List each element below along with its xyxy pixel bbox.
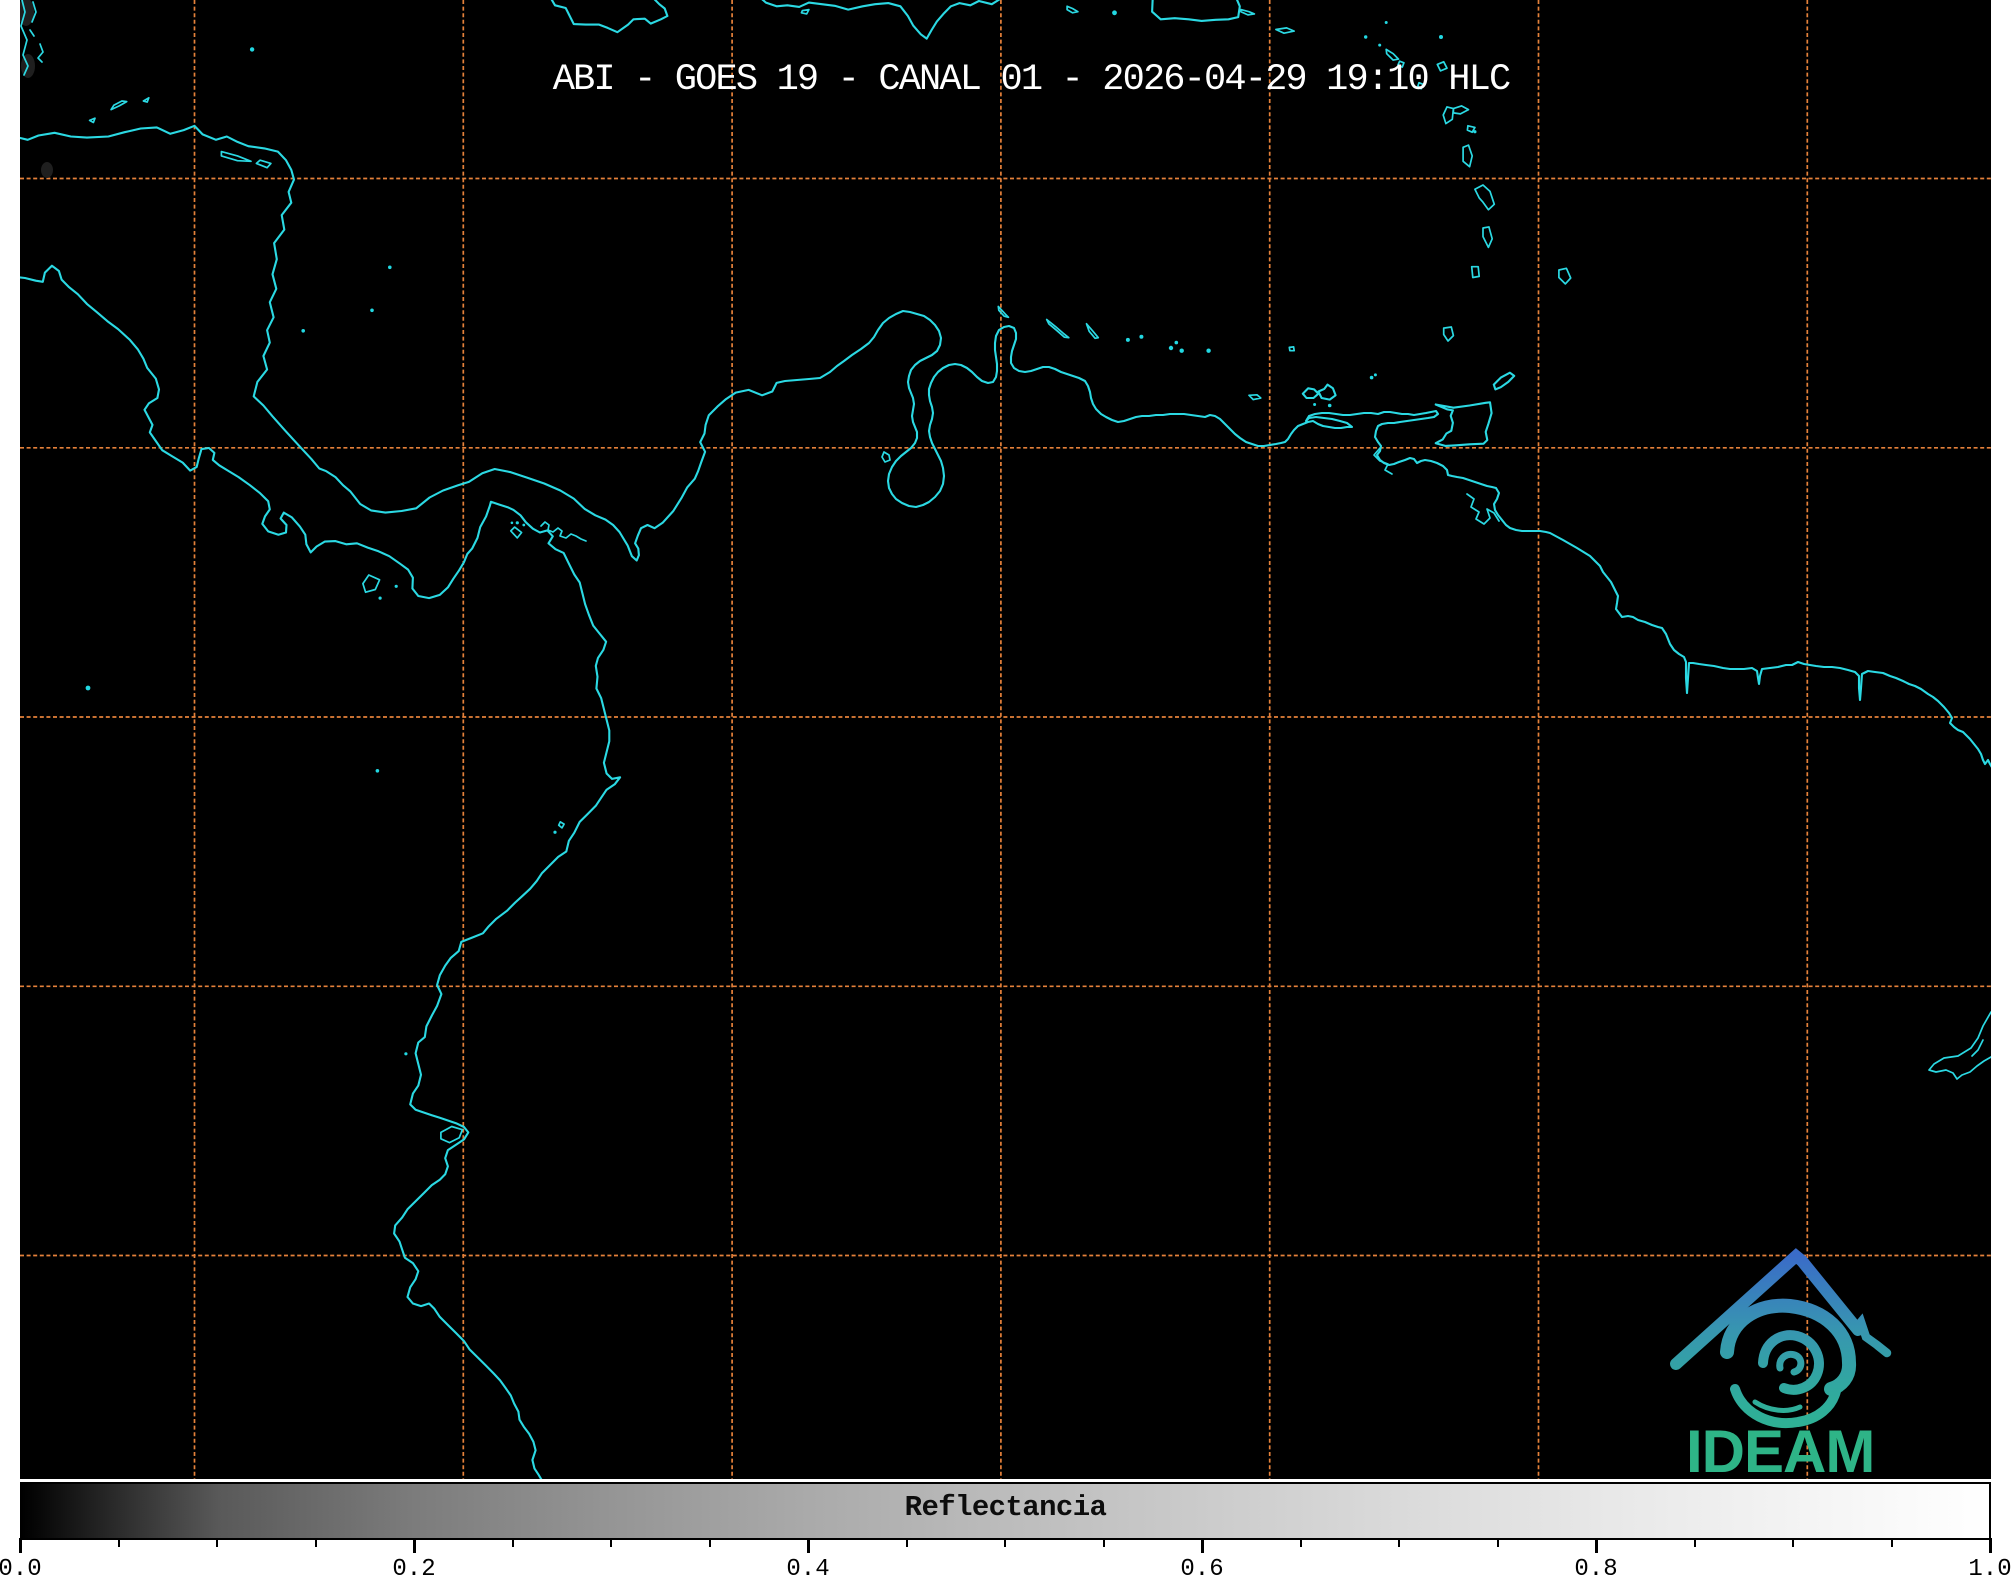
svg-text:IDEAM: IDEAM <box>1686 1418 1874 1485</box>
